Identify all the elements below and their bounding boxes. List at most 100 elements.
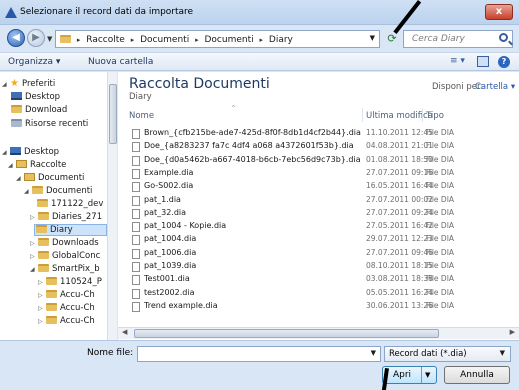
- nav-item-folder[interactable]: ◢ SmartPix_b: [30, 264, 100, 276]
- nav-item-libraries[interactable]: ◢ Raccolte: [8, 160, 66, 172]
- folder-icon: [38, 212, 49, 220]
- nav-item-label: 171122_dev: [51, 199, 104, 209]
- nav-item-desktop[interactable]: Desktop: [10, 92, 60, 104]
- folder-icon: [36, 225, 47, 233]
- document-icon: [132, 248, 140, 259]
- view-options-icon[interactable]: ≡ ▾: [450, 56, 465, 66]
- breadcrumb-item[interactable]: Raccolte: [86, 35, 125, 45]
- search-input[interactable]: Cerca Diary: [403, 30, 513, 48]
- column-header-type[interactable]: Tipo: [426, 111, 444, 121]
- folder-icon: [38, 251, 49, 259]
- file-date: 01.08.2011 18:50: [366, 154, 433, 164]
- address-row: ◀ ▶ ▼ ▸ Raccolte ▸ Documenti ▸ Documenti…: [0, 25, 519, 52]
- nav-item-diary[interactable]: Diary: [34, 224, 107, 236]
- cancel-button[interactable]: Annulla: [444, 366, 510, 384]
- refresh-icon[interactable]: ⟳: [383, 30, 401, 48]
- file-row[interactable]: Go-S002.dia 16.05.2011 16:44 File DIA: [118, 180, 519, 193]
- file-row[interactable]: test2002.dia 05.05.2011 16:24 File DIA: [118, 287, 519, 300]
- organize-menu-button[interactable]: Organizza ▾: [8, 57, 60, 67]
- forward-button[interactable]: ▶: [27, 29, 45, 47]
- file-row[interactable]: Test001.dia 03.08.2011 18:38 File DIA: [118, 273, 519, 286]
- nav-item-folder[interactable]: 171122_dev: [36, 199, 103, 211]
- file-date: 16.05.2011 16:44: [366, 181, 433, 191]
- column-divider[interactable]: [422, 108, 423, 122]
- folder-icon: [46, 303, 57, 311]
- preview-pane-icon[interactable]: [477, 56, 489, 67]
- app-icon: [5, 7, 17, 18]
- nav-item-folder[interactable]: ▷ Accu-Ch: [38, 316, 95, 328]
- nav-item-label: 110524_P: [60, 277, 102, 287]
- scroll-left-icon[interactable]: ◀: [122, 328, 127, 336]
- folder-icon: [38, 264, 49, 272]
- breadcrumb-item[interactable]: Documenti: [204, 35, 253, 45]
- desktop-icon: [10, 147, 21, 155]
- file-row[interactable]: pat_1039.dia 08.10.2011 18:15 File DIA: [118, 260, 519, 273]
- nav-item-desktop-root[interactable]: ◢ Desktop: [2, 147, 59, 159]
- file-row[interactable]: Example.dia 27.07.2011 09:16 File DIA: [118, 167, 519, 180]
- scrollbar-thumb[interactable]: [134, 329, 439, 338]
- column-header-name[interactable]: Nome: [129, 111, 154, 121]
- file-name: Test001.dia: [144, 274, 190, 284]
- file-type: File DIA: [426, 154, 455, 164]
- file-date: 29.07.2011 12:23: [366, 234, 433, 244]
- nav-item-documents-library[interactable]: ◢ Documenti: [16, 173, 84, 185]
- nav-item-folder[interactable]: ▷ Accu-Ch: [38, 303, 95, 315]
- horizontal-scrollbar[interactable]: ◀ ▶: [118, 327, 519, 339]
- document-icon: [132, 142, 140, 153]
- search-icon[interactable]: [499, 33, 508, 42]
- file-name: pat_1.dia: [144, 194, 181, 204]
- address-bar[interactable]: ▸ Raccolte ▸ Documenti ▸ Documenti ▸ Dia…: [55, 30, 380, 48]
- close-button[interactable]: x: [485, 4, 513, 20]
- file-row[interactable]: pat_1004.dia 29.07.2011 12:23 File DIA: [118, 233, 519, 246]
- recent-pages-dropdown-icon[interactable]: ▼: [47, 35, 52, 43]
- file-row[interactable]: pat_1006.dia 27.07.2011 09:46 File DIA: [118, 247, 519, 260]
- open-button[interactable]: Apri ▼: [382, 366, 437, 384]
- nav-item-folder[interactable]: ▷ Diaries_271: [30, 212, 102, 224]
- nav-item-documents[interactable]: ◢ Documenti: [24, 186, 92, 198]
- import-dialog: Selezionare il record dati da importare …: [0, 0, 519, 390]
- nav-item-folder[interactable]: ▷ 110524_P: [38, 277, 102, 289]
- file-row[interactable]: Brown_{cfb215be-ade7-425d-8f0f-8db1d4cf2…: [118, 127, 519, 140]
- nav-item-recent-places[interactable]: Risorse recenti: [10, 119, 88, 131]
- nav-item-folder[interactable]: ▷ GlobalConc: [30, 251, 100, 263]
- help-icon[interactable]: ?: [498, 56, 510, 68]
- file-row[interactable]: Doe_{d0a5462b-a667-4018-b6cb-7ebc56d9c73…: [118, 154, 519, 167]
- scrollbar-thumb[interactable]: [109, 84, 117, 144]
- nav-item-label: Documenti: [38, 173, 85, 183]
- navigation-pane: ◢ ★ Preferiti Desktop Download Risorse rec…: [0, 72, 117, 340]
- breadcrumb-item[interactable]: Diary: [269, 35, 293, 45]
- file-date: 27.07.2011 09:46: [366, 247, 433, 257]
- filename-dropdown-icon[interactable]: ▼: [371, 349, 376, 357]
- address-dropdown-icon[interactable]: ▼: [370, 34, 375, 42]
- nav-item-download[interactable]: Download: [10, 105, 67, 117]
- file-name: Brown_{cfb215be-ade7-425d-8f0f-8db1d4cf2…: [144, 128, 361, 137]
- filename-input[interactable]: ▼: [137, 346, 381, 362]
- navigation-scrollbar[interactable]: [107, 72, 117, 340]
- split-divider: [421, 367, 422, 383]
- nav-item-label: Downloads: [52, 238, 99, 248]
- file-row[interactable]: pat_1004 - Kopie.dia 27.05.2011 16:42 File…: [118, 220, 519, 233]
- file-row[interactable]: pat_1.dia 27.07.2011 00:02 File DIA: [118, 194, 519, 207]
- file-row[interactable]: Trend example.dia 30.06.2011 13:26 File DI…: [118, 300, 519, 313]
- filetype-dropdown-icon[interactable]: ▼: [500, 349, 505, 357]
- arrange-by-dropdown[interactable]: Cartella ▾: [475, 82, 515, 92]
- nav-item-folder[interactable]: ▷ Accu-Ch: [38, 290, 95, 302]
- open-options-dropdown-icon[interactable]: ▼: [425, 367, 430, 383]
- filetype-select[interactable]: Record dati (*.dia) ▼: [384, 346, 511, 362]
- column-divider[interactable]: [362, 108, 363, 122]
- file-name: Trend example.dia: [144, 300, 218, 310]
- scroll-right-icon[interactable]: ▶: [510, 328, 515, 336]
- file-name: Doe_{a8283237 fa7c 4df4 a068 a4372601f53…: [144, 141, 354, 151]
- nav-item-label: Accu-Ch: [60, 316, 95, 326]
- file-type: File DIA: [426, 181, 455, 191]
- document-icon: [132, 222, 140, 233]
- nav-item-folder[interactable]: ▷ Downloads: [30, 238, 99, 250]
- file-type: File DIA: [426, 167, 455, 177]
- back-button[interactable]: ◀: [7, 29, 25, 47]
- breadcrumb-item[interactable]: Documenti: [140, 35, 189, 45]
- file-row[interactable]: Doe_{a8283237 fa7c 4df4 a068 a4372601f53…: [118, 140, 519, 153]
- new-folder-button[interactable]: Nuova cartella: [88, 57, 153, 67]
- file-row[interactable]: pat_32.dia 27.07.2011 09:24 File DIA: [118, 207, 519, 220]
- window-title: Selezionare il record dati da importare: [20, 7, 194, 17]
- nav-item-favorites[interactable]: ◢ ★ Preferiti: [2, 78, 55, 90]
